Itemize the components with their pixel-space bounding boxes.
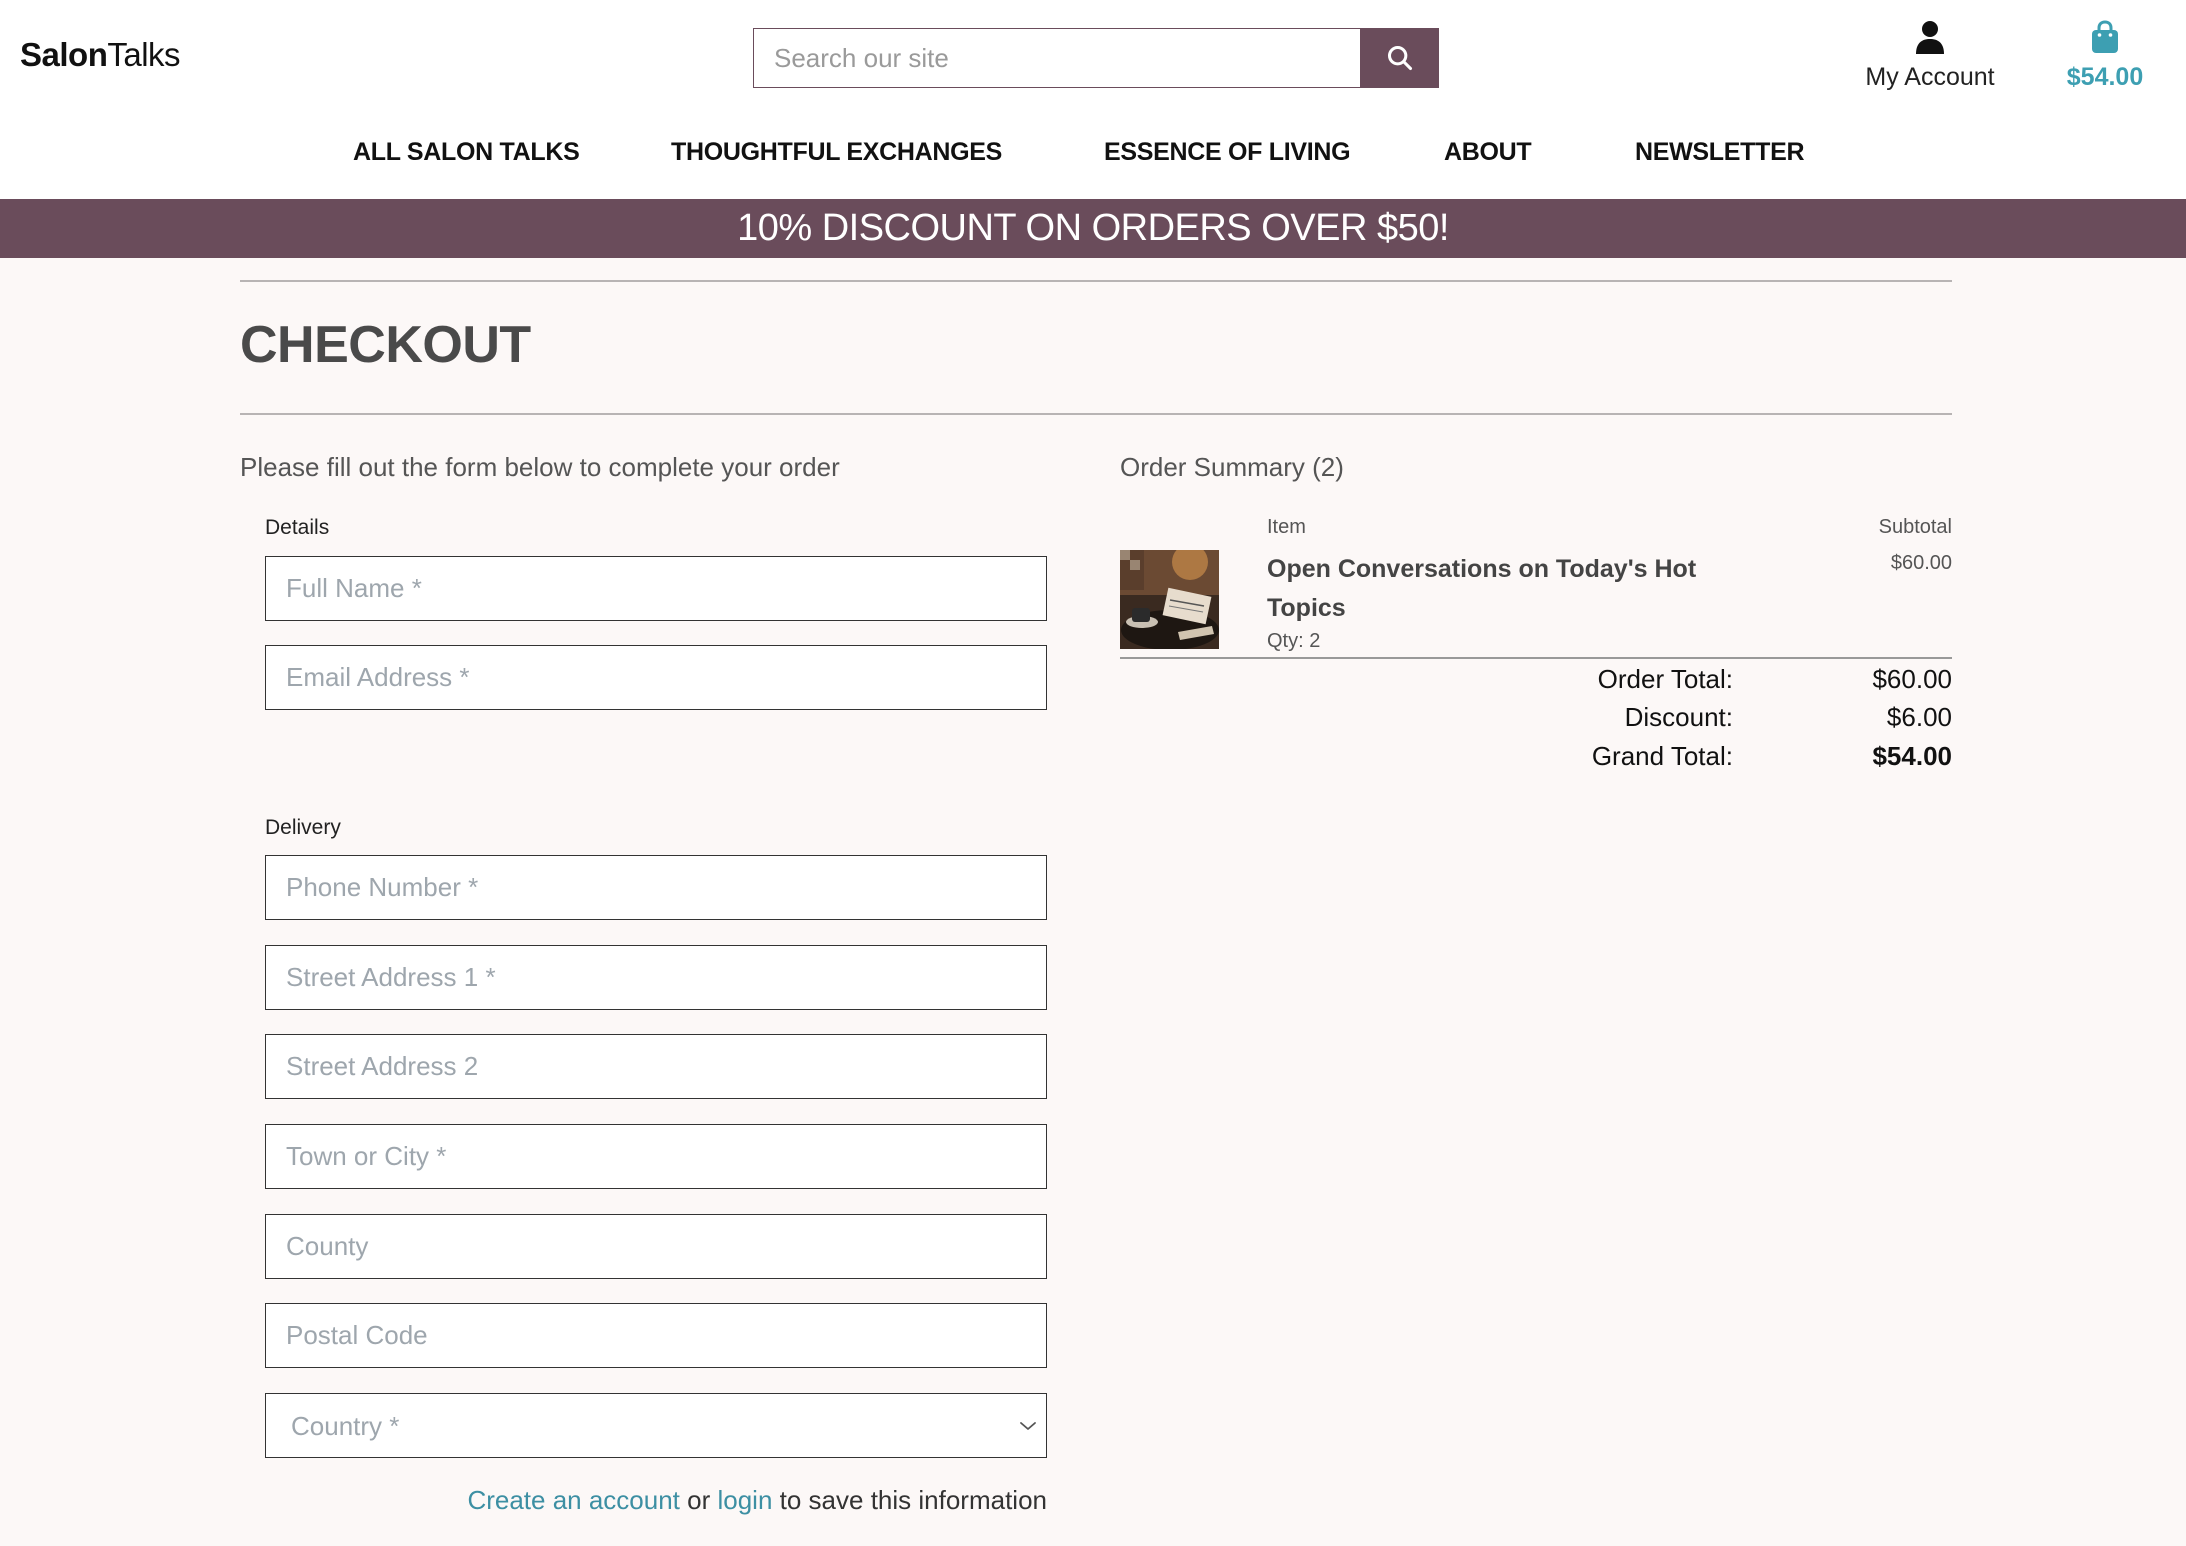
product-thumbnail[interactable] [1120,550,1219,649]
order-total-value: $60.00 [1872,664,1952,694]
phone-field[interactable] [265,855,1047,920]
search-icon [1387,45,1412,71]
bag-total: $54.00 [2066,63,2144,91]
full-name-field[interactable] [265,556,1047,621]
order-total-label: Order Total: [1597,664,1733,694]
delivery-label: Delivery [265,816,341,839]
details-label: Details [265,516,330,539]
save-info-rest: to save this information [772,1485,1047,1515]
nav-all-salon-talks[interactable]: ALL SALON TALKS [353,138,580,167]
logo-bold-text: Salon [20,36,108,73]
country-select[interactable]: Country * [265,1393,1047,1458]
discount-banner: 10% DISCOUNT ON ORDERS OVER $50! [0,199,2186,258]
top-divider [240,280,1952,282]
title-divider [240,413,1952,415]
order-summary-title: Order Summary (2) [1120,452,1344,482]
product-subtotal: $60.00 [1890,552,1952,574]
form-intro: Please fill out the form below to comple… [240,452,840,482]
save-info-or: or [679,1485,718,1515]
logo-thin-text: Talks [107,36,181,73]
page-title: CHECKOUT [240,316,531,374]
my-account-label: My Account [1865,63,1995,91]
county-field[interactable] [265,1214,1047,1279]
nav-thoughtful-exchanges[interactable]: THOUGHTFUL EXCHANGES [671,138,1002,167]
search-button[interactable] [1360,28,1439,88]
subtotal-column-header: Subtotal [1878,516,1952,538]
my-account-link[interactable]: My Account [1850,20,2010,92]
street-address-2-field[interactable] [265,1034,1047,1099]
product-image [1120,550,1219,649]
discount-value: $6.00 [1886,702,1952,732]
street-address-1-field[interactable] [265,945,1047,1010]
shopping-bag-link[interactable]: $54.00 [2050,20,2160,92]
site-logo[interactable]: SalonTalks [20,36,181,74]
summary-divider [1120,657,1952,659]
chevron-down-icon [1020,1422,1036,1430]
discount-label: Discount: [1624,702,1733,732]
grand-total-label: Grand Total: [1591,741,1733,771]
search-form [753,28,1439,88]
town-city-field[interactable] [265,1124,1047,1189]
search-input[interactable] [753,28,1360,88]
save-info-text: Create an account or login to save this … [265,1485,1047,1516]
site-header: SalonTalks My Account $54.00 ALL SALON T… [0,0,2186,199]
product-title[interactable]: Open Conversations on Today's Hot Topics [1267,550,1727,628]
nav-about[interactable]: ABOUT [1444,138,1532,167]
postal-code-field[interactable] [265,1303,1047,1368]
country-select-value: Country * [291,1411,400,1441]
item-column-header: Item [1267,516,1306,538]
product-quantity: Qty: 2 [1267,630,1321,652]
main-nav: ALL SALON TALKS THOUGHTFUL EXCHANGES ESS… [0,138,2186,172]
nav-newsletter[interactable]: NEWSLETTER [1635,138,1805,167]
nav-essence-of-living[interactable]: ESSENCE OF LIVING [1104,138,1351,167]
user-icon [1916,21,1944,54]
email-field[interactable] [265,645,1047,710]
create-account-link[interactable]: Create an account [467,1485,679,1515]
shopping-bag-icon [2092,20,2118,53]
grand-total-value: $54.00 [1872,741,1952,771]
login-link[interactable]: login [717,1485,772,1515]
